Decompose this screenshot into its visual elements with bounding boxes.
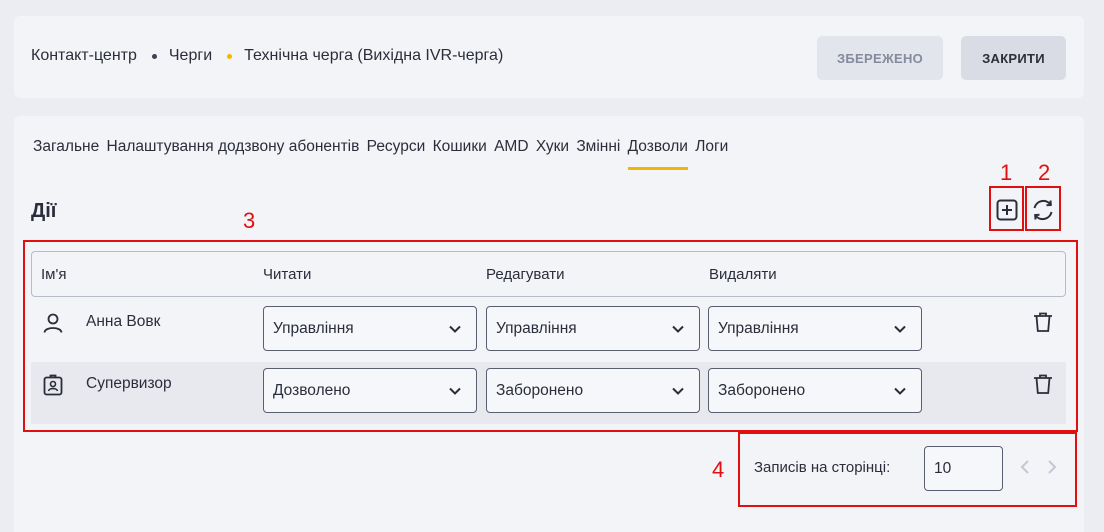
breadcrumb-current-queue: Технічна черга (Вихідна IVR-черга) [244, 47, 504, 64]
annotation-box-refresh [1025, 186, 1061, 231]
tab-dial-settings[interactable]: Налаштування додзвону абонентів [107, 138, 360, 170]
header-bar: Контакт-центр Черги Технічна черга (Вихі… [14, 16, 1084, 98]
breadcrumb-queues[interactable]: Черги [169, 47, 212, 65]
tab-logs[interactable]: Логи [695, 138, 728, 170]
annotation-box-add [989, 186, 1024, 231]
tab-buckets[interactable]: Кошики [433, 138, 487, 170]
section-title: Дії [31, 200, 57, 222]
tab-amd[interactable]: AMD [494, 138, 528, 170]
breadcrumb-separator-active [227, 53, 233, 59]
annotation-box-table [23, 240, 1078, 432]
breadcrumb-contact-center[interactable]: Контакт-центр [31, 47, 137, 65]
annotation-box-pagination [738, 432, 1077, 507]
saved-button[interactable]: ЗБЕРЕЖЕНО [817, 36, 943, 80]
annotation-number-1: 1 [1000, 160, 1013, 185]
tab-resources[interactable]: Ресурси [367, 138, 426, 170]
breadcrumb: Контакт-центр Черги Технічна черга (Вихі… [31, 47, 503, 65]
breadcrumb-separator [151, 53, 157, 59]
tab-permissions[interactable]: Дозволи [627, 138, 689, 170]
tab-hooks[interactable]: Хуки [536, 138, 569, 170]
annotation-number-3: 3 [243, 208, 256, 233]
annotation-number-4: 4 [712, 457, 725, 482]
close-button[interactable]: ЗАКРИТИ [961, 36, 1066, 80]
annotation-number-2: 2 [1038, 160, 1051, 185]
tab-general[interactable]: Загальне [33, 138, 99, 170]
tab-bar: Загальне Налаштування додзвону абонентів… [33, 138, 736, 170]
tab-variables[interactable]: Змінні [576, 138, 620, 170]
